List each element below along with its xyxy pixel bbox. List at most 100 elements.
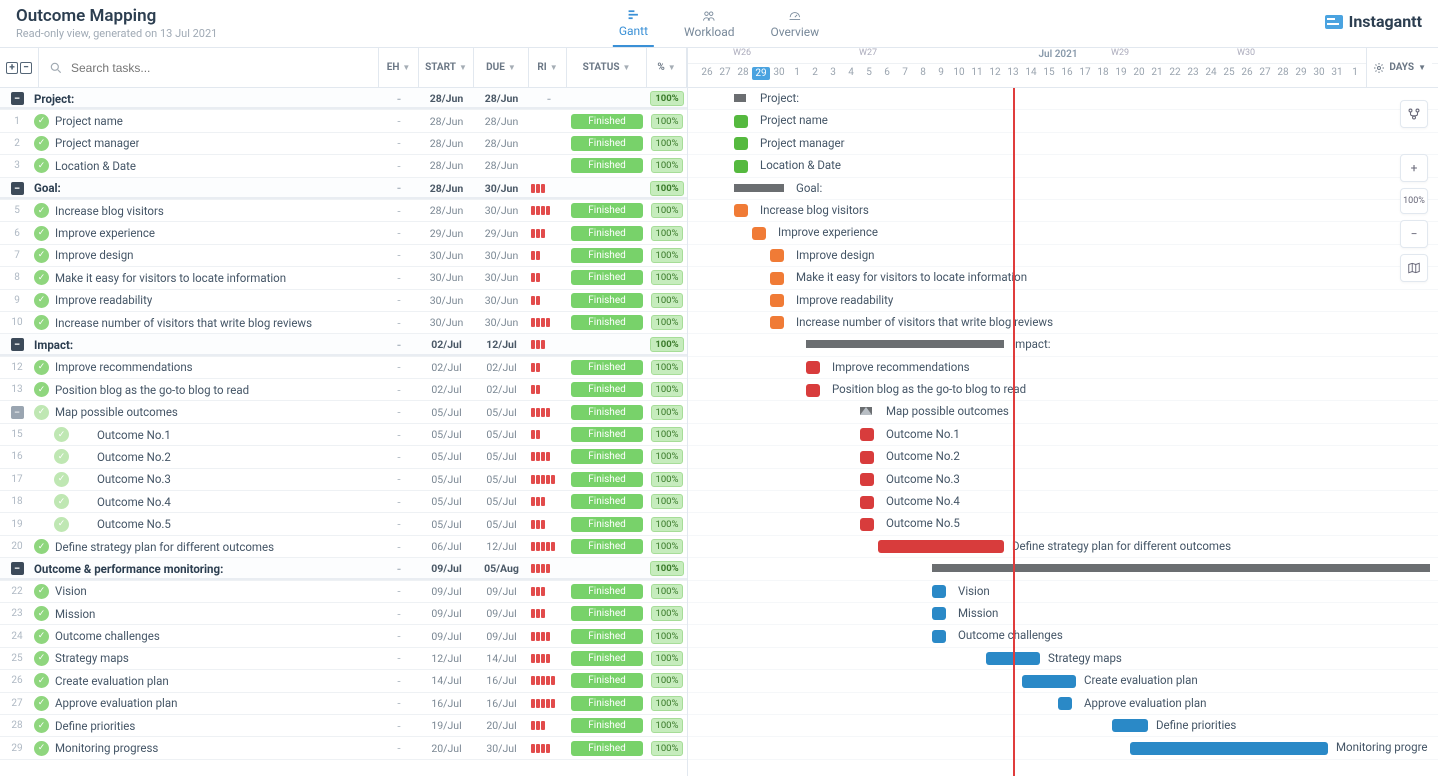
task-row[interactable]: 7✓Improve design-30/Jun30/JunFinished100… [0,245,687,267]
task-row[interactable]: 8✓Make it easy for visitors to locate in… [0,267,687,289]
dependencies-toggle-button[interactable] [1400,100,1428,128]
gantt-row[interactable]: Outcome No.1 [688,424,1438,446]
task-row[interactable]: 15✓Outcome No.1-05/Jul05/JulFinished100% [0,424,687,446]
task-row[interactable]: 29✓Monitoring progress-20/Jul30/JulFinis… [0,737,687,759]
col-header-start[interactable]: START▼ [419,48,474,87]
task-row[interactable]: 13✓Position blog as the go-to blog to re… [0,379,687,401]
zoom-out-button[interactable]: − [1400,220,1428,248]
gantt-row[interactable]: Approve evaluation plan [688,693,1438,715]
gantt-row[interactable]: Goal: [688,178,1438,200]
group-row[interactable]: −Impact:-02/Jul12/Jul100% [0,334,687,356]
group-row[interactable]: −Outcome & performance monitoring:-09/Ju… [0,558,687,580]
task-row[interactable]: 22✓Vision-09/Jul09/JulFinished100% [0,581,687,603]
collapse-all-button[interactable]: − [20,62,32,74]
gantt-bar[interactable] [806,361,820,374]
task-row[interactable]: 16✓Outcome No.2-05/Jul05/JulFinished100% [0,446,687,468]
gantt-bar[interactable] [770,294,784,307]
timeline-day[interactable]: 9 [932,67,950,78]
gantt-bar[interactable] [770,272,784,285]
task-row[interactable]: 23✓Mission-09/Jul09/JulFinished100% [0,603,687,625]
gantt-row[interactable]: Outcome challenges [688,625,1438,647]
col-header-due[interactable]: DUE▼ [474,48,529,87]
timeline-day[interactable]: 17 [1076,67,1094,78]
group-row[interactable]: −Project:-28/Jun28/Jun-100% [0,88,687,110]
task-row[interactable]: 17✓Outcome No.3-05/Jul05/JulFinished100% [0,469,687,491]
gantt-bar[interactable] [734,160,748,173]
zoom-in-button[interactable]: + [1400,154,1428,182]
gantt-row[interactable]: Make it easy for visitors to locate info… [688,267,1438,289]
tab-workload[interactable]: Workload [678,0,741,47]
timeline-day[interactable]: 8 [914,67,932,78]
timeline-day[interactable]: 23 [1184,67,1202,78]
gantt-bar[interactable] [770,316,784,329]
gantt-row[interactable]: Improve experience [688,222,1438,244]
collapse-toggle[interactable]: − [11,338,24,351]
gantt-bar[interactable] [806,384,820,397]
gantt-row[interactable]: Improve readability [688,290,1438,312]
gantt-row[interactable]: Impact: [688,334,1438,356]
collapse-toggle[interactable]: − [11,406,24,419]
timeline-day[interactable]: 19 [1112,67,1130,78]
group-bar[interactable] [734,94,746,102]
task-row[interactable]: 27✓Approve evaluation plan-16/Jul16/JulF… [0,693,687,715]
gantt-bar[interactable] [860,473,874,486]
timeline-day[interactable]: 31 [1328,67,1346,78]
gantt-row[interactable]: Position blog as the go-to blog to read [688,379,1438,401]
gantt-bar[interactable] [1058,697,1072,710]
col-header-status[interactable]: STATUS▼ [567,48,647,87]
gantt-bar[interactable] [932,585,946,598]
minimap-toggle-button[interactable] [1400,254,1428,282]
timeline-day[interactable]: 28 [734,67,752,78]
task-row[interactable]: 19✓Outcome No.5-05/Jul05/JulFinished100% [0,513,687,535]
task-row[interactable]: −✓Map possible outcomes-05/Jul05/JulFini… [0,401,687,423]
gantt-bar[interactable] [860,496,874,509]
gantt-bar[interactable] [860,428,874,441]
gantt-row[interactable]: Create evaluation plan [688,670,1438,692]
tab-overview[interactable]: Overview [765,0,826,47]
timeline-day[interactable]: 11 [968,67,986,78]
task-row[interactable]: 26✓Create evaluation plan-14/Jul16/JulFi… [0,670,687,692]
timeline-day[interactable]: 7 [896,67,914,78]
gantt-row[interactable]: Strategy maps [688,648,1438,670]
timeline-day[interactable]: 28 [1274,67,1292,78]
timeline-day[interactable]: 10 [950,67,968,78]
gantt-row[interactable]: Monitoring progre [688,737,1438,759]
group-row[interactable]: −Goal:-28/Jun30/Jun100% [0,178,687,200]
gantt-row[interactable]: Define strategy plan for different outco… [688,536,1438,558]
gantt-bar[interactable] [932,630,946,643]
task-row[interactable]: 20✓Define strategy plan for different ou… [0,536,687,558]
gantt-row[interactable]: Outcome No.2 [688,446,1438,468]
search-input[interactable] [69,60,368,76]
gantt-row[interactable]: Increase number of visitors that write b… [688,312,1438,334]
task-row[interactable]: 18✓Outcome No.4-05/Jul05/JulFinished100% [0,491,687,513]
gantt-chart[interactable]: Project:Project nameProject managerLocat… [688,88,1438,776]
gantt-row[interactable]: Outcome No.3 [688,469,1438,491]
task-row[interactable]: 6✓Improve experience-29/Jun29/JunFinishe… [0,222,687,244]
col-header-eh[interactable]: EH▼ [379,48,419,87]
task-row[interactable]: 24✓Outcome challenges-09/Jul09/JulFinish… [0,625,687,647]
timeline-day[interactable]: 30 [770,67,788,78]
timeline-day[interactable]: 24 [1202,67,1220,78]
timeline-day[interactable]: 30 [1310,67,1328,78]
gantt-bar[interactable] [860,451,874,464]
timeline-day[interactable]: 20 [1130,67,1148,78]
task-row[interactable]: 2✓Project manager-28/Jun28/JunFinished10… [0,133,687,155]
gantt-row[interactable]: Project name [688,110,1438,132]
gantt-bar[interactable] [932,607,946,620]
timeline-day[interactable]: 14 [1022,67,1040,78]
task-row[interactable]: 28✓Define priorities-19/Jul20/JulFinishe… [0,715,687,737]
timeline-day[interactable]: 26 [1238,67,1256,78]
gantt-row[interactable]: Improve design [688,245,1438,267]
group-bar[interactable] [734,184,784,192]
task-row[interactable]: 3✓Location & Date-28/Jun28/JunFinished10… [0,155,687,177]
group-bar[interactable] [932,564,1430,572]
timeline-day[interactable]: 2 [806,67,824,78]
timeline-day[interactable]: 15 [1040,67,1058,78]
gantt-row[interactable]: Improve recommendations [688,357,1438,379]
zoom-unit-button[interactable]: DAYS▼ [1366,48,1432,87]
gantt-row[interactable]: Location & Date [688,155,1438,177]
gantt-row[interactable]: Project: [688,88,1438,110]
timeline-day[interactable]: 4 [842,67,860,78]
gantt-row[interactable] [688,558,1438,580]
gantt-bar[interactable] [770,249,784,262]
